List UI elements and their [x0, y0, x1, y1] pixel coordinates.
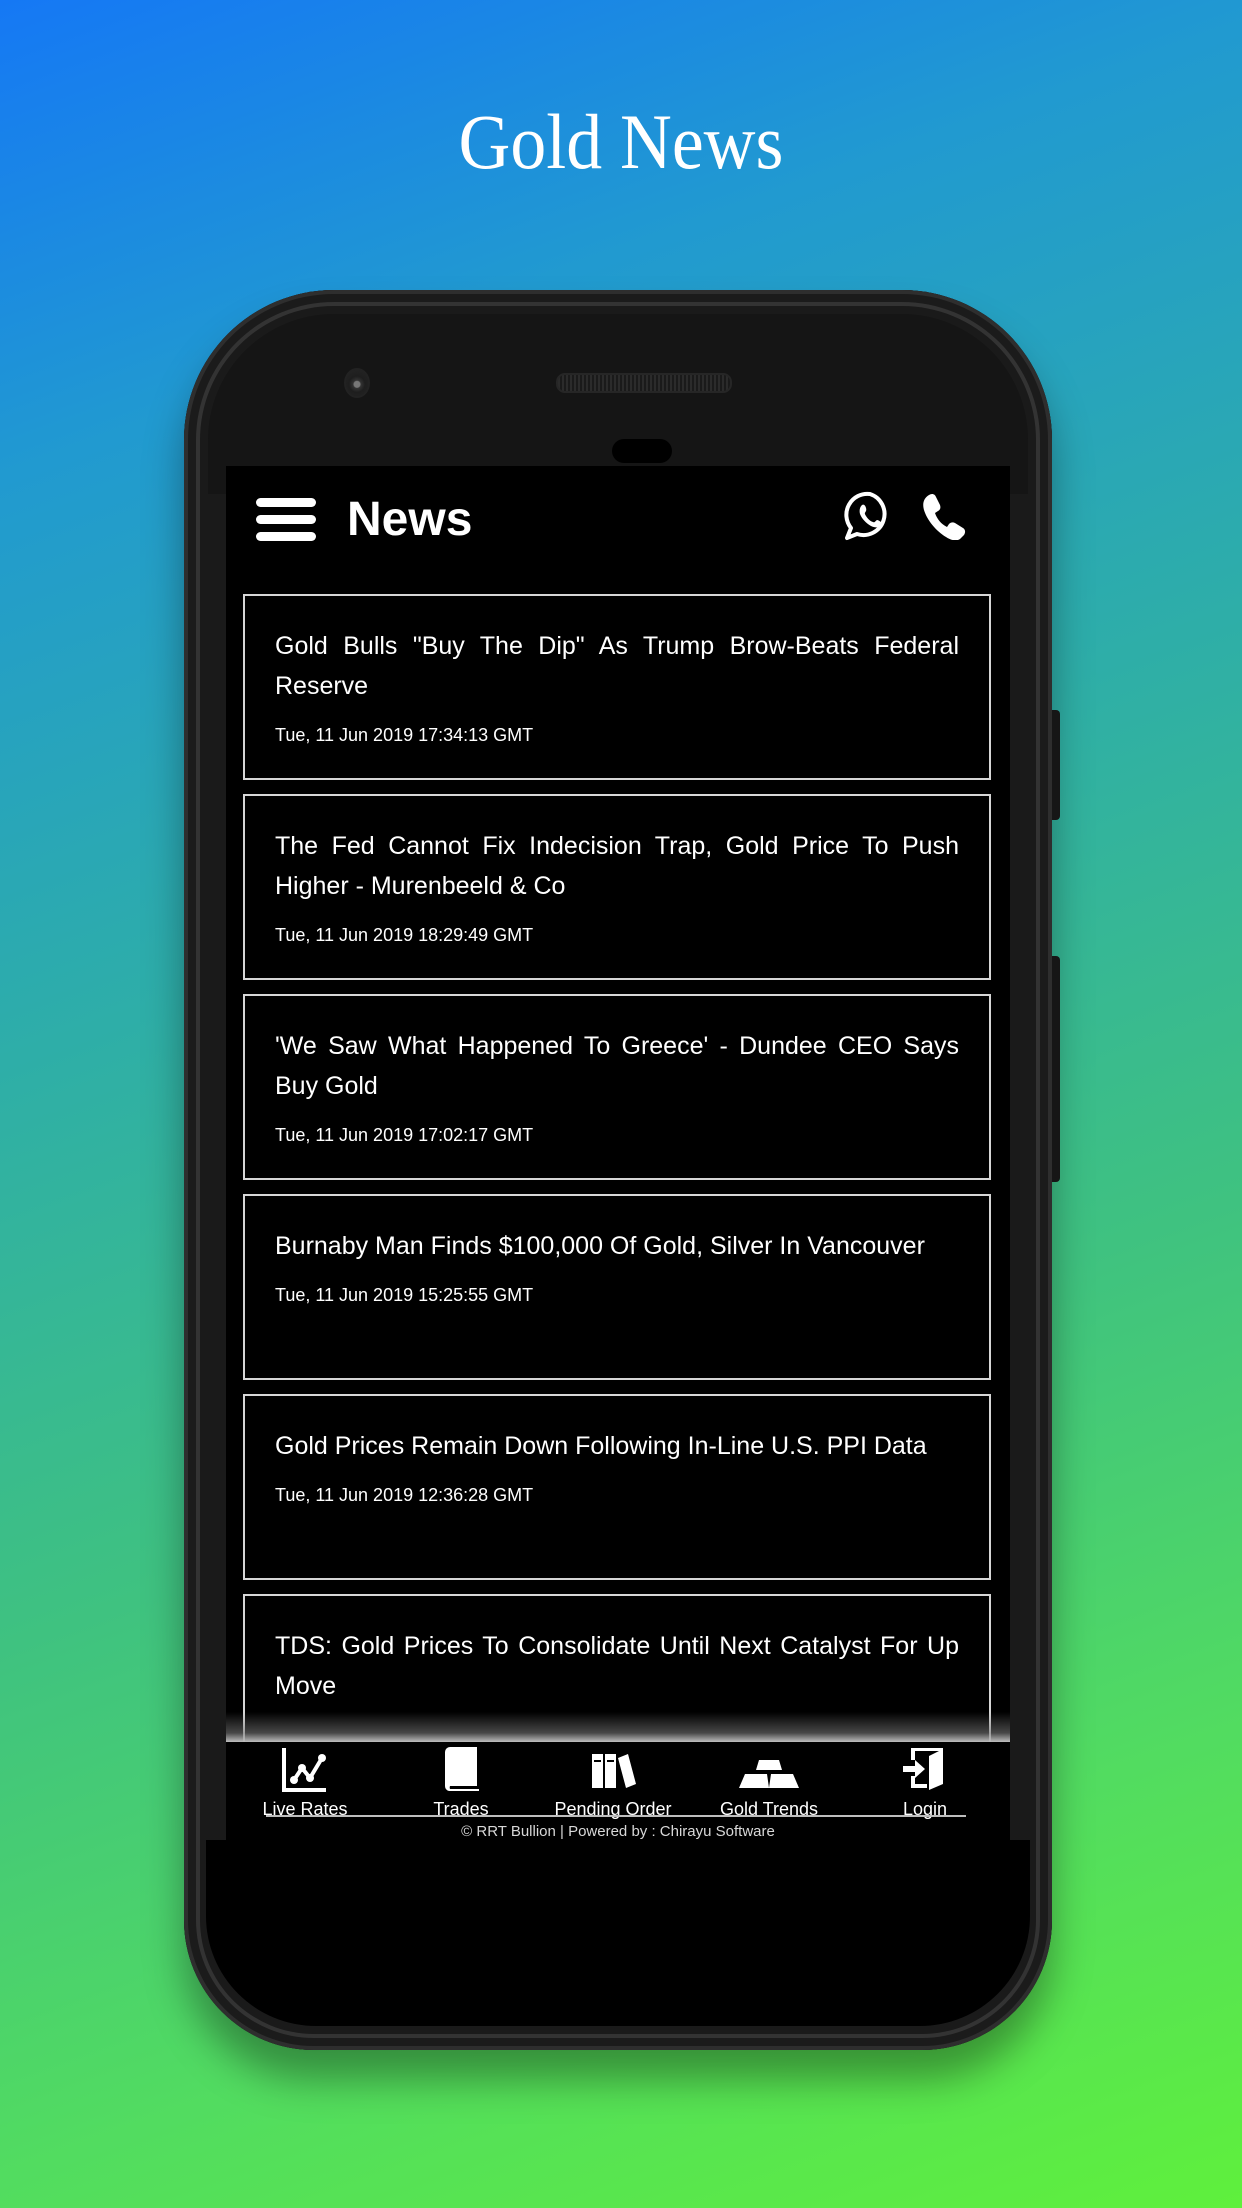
news-card[interactable]: 'We Saw What Happened To Greece' - Dunde…: [243, 994, 991, 1180]
scroll-fade-overlay: [226, 1712, 1010, 1742]
news-title: Gold Bulls "Buy The Dip" As Trump Brow-B…: [275, 632, 959, 700]
volume-button: [1052, 956, 1060, 1182]
phone-call-icon[interactable]: [920, 492, 968, 540]
news-date: Tue, 11 Jun 2019 15:25:55 GMT: [275, 1285, 534, 1305]
news-title: TDS: Gold Prices To Consolidate Until Ne…: [275, 1632, 959, 1700]
news-card[interactable]: Gold Bulls "Buy The Dip" As Trump Brow-B…: [243, 594, 991, 780]
promo-title: Gold News: [458, 98, 784, 185]
app-header: News: [226, 466, 1010, 576]
whatsapp-icon[interactable]: [844, 490, 896, 542]
book-icon: [444, 1747, 479, 1791]
tab-gold-trends[interactable]: Gold Trends: [694, 1746, 844, 1820]
news-card[interactable]: Burnaby Man Finds $100,000 Of Gold, Silv…: [243, 1194, 991, 1380]
tab-login[interactable]: Login: [850, 1746, 1000, 1820]
news-title: Gold Prices Remain Down Following In-Lin…: [275, 1432, 927, 1460]
tab-pending-order[interactable]: Pending Order: [538, 1746, 688, 1820]
news-list: Gold Bulls "Buy The Dip" As Trump Brow-B…: [243, 594, 991, 1794]
footer-divider: [266, 1815, 966, 1817]
news-date: Tue, 11 Jun 2019 17:02:17 GMT: [275, 1125, 534, 1145]
earpiece-speaker: [556, 373, 732, 393]
proximity-sensor: [612, 439, 672, 463]
news-title: Burnaby Man Finds $100,000 Of Gold, Silv…: [275, 1232, 925, 1260]
books-icon: [592, 1754, 636, 1788]
app-screen: News Gold Bulls "Buy The Dip" As Trump B…: [226, 466, 1010, 1848]
power-button: [1052, 710, 1060, 820]
line-chart-icon: [282, 1748, 326, 1792]
news-title: The Fed Cannot Fix Indecision Trap, Gold…: [275, 832, 959, 900]
gold-bars-icon: [739, 1760, 799, 1788]
news-date: Tue, 11 Jun 2019 18:29:49 GMT: [275, 925, 534, 945]
page-title: News: [347, 493, 473, 546]
news-title: 'We Saw What Happened To Greece' - Dunde…: [275, 1032, 959, 1100]
news-date: Tue, 11 Jun 2019 17:34:13 GMT: [275, 725, 534, 745]
hamburger-menu-icon[interactable]: [256, 498, 316, 542]
footer-credits: © RRT Bullion | Powered by : Chirayu Sof…: [461, 1823, 775, 1840]
news-date: Tue, 11 Jun 2019 12:36:28 GMT: [275, 1485, 534, 1505]
tab-live-rates[interactable]: Live Rates: [230, 1746, 380, 1820]
news-card[interactable]: Gold Prices Remain Down Following In-Lin…: [243, 1394, 991, 1580]
tab-trades[interactable]: Trades: [386, 1746, 536, 1820]
news-card[interactable]: The Fed Cannot Fix Indecision Trap, Gold…: [243, 794, 991, 980]
phone-bottom-bezel: [206, 1840, 1030, 2026]
front-camera-icon: [344, 368, 370, 398]
login-door-icon: [903, 1748, 943, 1790]
